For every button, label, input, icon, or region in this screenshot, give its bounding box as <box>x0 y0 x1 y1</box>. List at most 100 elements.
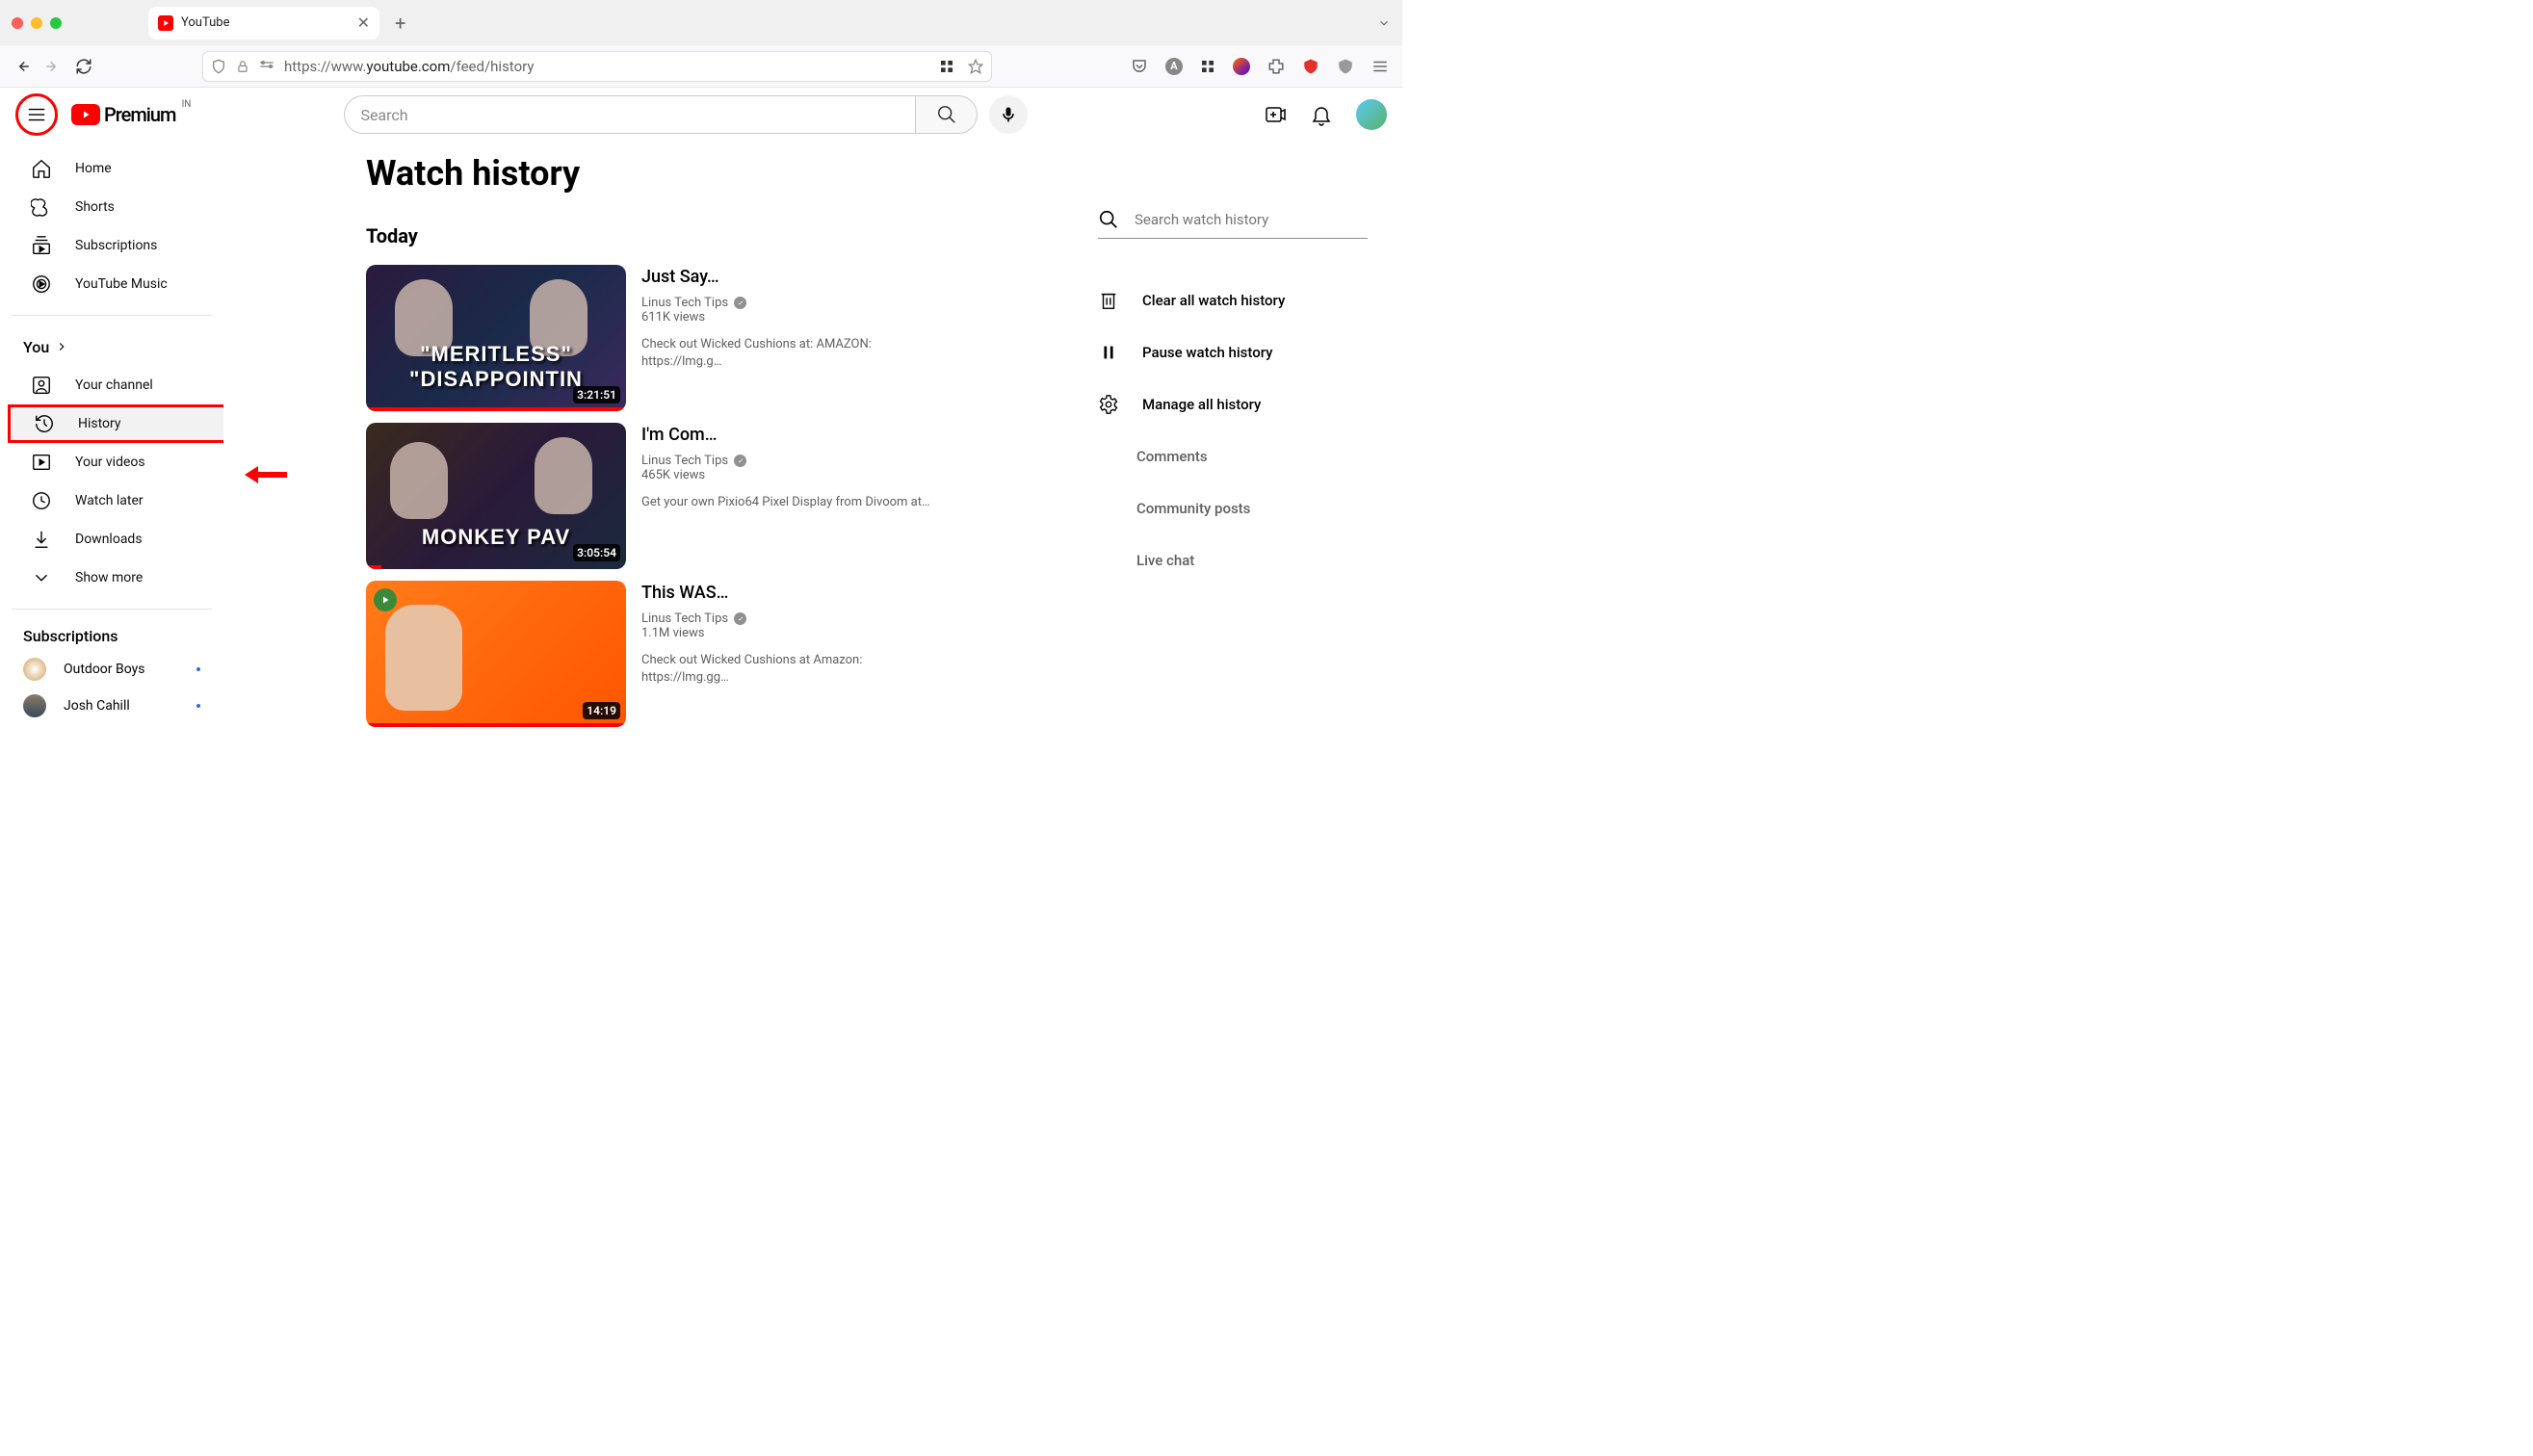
video-views: 465K views <box>641 468 944 482</box>
reload-button[interactable] <box>75 58 92 75</box>
pause-icon <box>1098 342 1119 363</box>
watch-progress <box>366 565 381 569</box>
video-title[interactable]: This WAS… <box>641 581 944 606</box>
close-tab-icon[interactable]: ✕ <box>357 13 370 32</box>
address-bar[interactable]: https://www.youtube.com/feed/history <box>202 51 992 82</box>
app-menu-icon[interactable] <box>1371 58 1389 75</box>
close-window[interactable] <box>12 17 23 29</box>
video-description: Check out Wicked Cushions at: AMAZON: ht… <box>641 336 944 371</box>
browser-tab[interactable]: YouTube ✕ <box>148 7 379 39</box>
new-tab-button[interactable]: + <box>395 12 405 35</box>
page-title: Watch history <box>366 153 944 194</box>
video-thumbnail[interactable]: "MERITLESS" "DISAPPOINTIN 3:21:51 <box>366 265 626 411</box>
tab-title: YouTube <box>181 15 350 30</box>
chevron-right-icon <box>55 340 68 353</box>
forward-button[interactable] <box>44 58 62 75</box>
sidebar-item-subscriptions[interactable]: Subscriptions <box>8 226 216 265</box>
bookmark-star-icon[interactable] <box>968 59 983 74</box>
video-meta: This WAS… Linus Tech Tips 1.1M views Che… <box>641 581 944 727</box>
chevron-down-icon <box>31 567 52 588</box>
video-item[interactable]: "MERITLESS" "DISAPPOINTIN 3:21:51 Just S… <box>366 265 944 411</box>
sidebar-item-history[interactable]: History <box>8 404 223 443</box>
extension-s-icon[interactable] <box>1233 58 1250 75</box>
apps-icon[interactable] <box>939 59 954 74</box>
search-button[interactable] <box>916 95 978 134</box>
divider <box>12 609 212 610</box>
shorts-icon <box>31 196 52 218</box>
pocket-icon[interactable] <box>1131 58 1148 75</box>
history-filter-livechat[interactable]: Live chat <box>1098 537 1368 584</box>
permissions-icon <box>259 59 274 74</box>
sidebar-label: Your channel <box>75 377 153 393</box>
browser-tab-bar: YouTube ✕ + <box>0 0 1402 45</box>
notifications-button[interactable] <box>1310 103 1333 126</box>
channel-line[interactable]: Linus Tech Tips <box>641 611 944 626</box>
channel-line[interactable]: Linus Tech Tips <box>641 296 944 310</box>
sidebar-item-downloads[interactable]: Downloads <box>8 520 216 559</box>
extension-grid-icon[interactable] <box>1200 59 1215 74</box>
video-item[interactable]: 14:19 This WAS… Linus Tech Tips 1.1M vie… <box>366 581 944 727</box>
new-content-dot <box>196 704 200 708</box>
clear-history-button[interactable]: Clear all watch history <box>1098 277 1368 324</box>
sidebar-item-your-videos[interactable]: Your videos <box>8 443 216 481</box>
voice-search-button[interactable] <box>989 95 1028 134</box>
history-filter-comments[interactable]: Comments <box>1098 433 1368 480</box>
verified-icon <box>734 297 746 309</box>
sidebar-you-header[interactable]: You <box>0 327 223 366</box>
search-placeholder: Search <box>360 106 407 124</box>
verified-icon <box>734 612 746 625</box>
pause-history-button[interactable]: Pause watch history <box>1098 329 1368 376</box>
video-title[interactable]: I'm Com… <box>641 423 944 448</box>
video-thumbnail[interactable]: 14:19 <box>366 581 626 727</box>
search-container: Search <box>344 95 1028 134</box>
home-icon <box>31 158 52 179</box>
minimize-window[interactable] <box>31 17 42 29</box>
annotation-arrow <box>245 466 287 483</box>
youtube-logo[interactable]: Premium IN <box>71 103 175 126</box>
sidebar-label: Watch later <box>75 493 144 508</box>
create-button[interactable] <box>1264 103 1287 126</box>
sidebar-item-watch-later[interactable]: Watch later <box>8 481 216 520</box>
channel-line[interactable]: Linus Tech Tips <box>641 454 944 468</box>
video-title[interactable]: Just Say… <box>641 265 944 290</box>
history-filter-community[interactable]: Community posts <box>1098 485 1368 532</box>
sidebar-label: Home <box>75 161 112 176</box>
page-body: Home Shorts Subscriptions YouTube Music … <box>0 142 1402 807</box>
thumb-text: "MERITLESS" "DISAPPOINTIN <box>378 342 614 392</box>
video-views: 1.1M views <box>641 626 944 640</box>
video-thumbnail[interactable]: MONKEY PAV 3:05:54 <box>366 423 626 569</box>
sidebar-item-your-channel[interactable]: Your channel <box>8 366 216 404</box>
search-history-input[interactable] <box>1135 211 1368 228</box>
account-avatar[interactable] <box>1356 99 1387 130</box>
sidebar-item-show-more[interactable]: Show more <box>8 559 216 597</box>
sidebar-label: Show more <box>75 570 143 585</box>
youtube-play-icon <box>71 104 100 125</box>
back-button[interactable] <box>13 58 31 75</box>
search-history-field[interactable] <box>1098 209 1368 239</box>
history-side-panel: Clear all watch history Pause watch hist… <box>1098 153 1368 807</box>
sidebar-item-home[interactable]: Home <box>8 149 216 188</box>
shield-icon <box>211 59 226 74</box>
sidebar-item-youtube-music[interactable]: YouTube Music <box>8 265 216 303</box>
manage-history-button[interactable]: Manage all history <box>1098 381 1368 428</box>
search-input[interactable]: Search <box>344 95 916 134</box>
tab-overflow-icon[interactable] <box>1377 16 1391 30</box>
extension-shield-red-icon[interactable] <box>1302 58 1319 75</box>
extension-a-icon[interactable]: A <box>1165 58 1183 75</box>
video-duration: 3:21:51 <box>573 386 620 403</box>
music-icon <box>31 273 52 295</box>
sidebar-item-shorts[interactable]: Shorts <box>8 188 216 226</box>
hamburger-menu-button[interactable] <box>26 104 47 125</box>
extension-shield-gray-icon[interactable] <box>1337 58 1354 75</box>
subscription-item[interactable]: Josh Cahill <box>0 688 223 724</box>
extensions-puzzle-icon[interactable] <box>1267 58 1285 75</box>
toolbar-extensions: A <box>1131 58 1389 75</box>
subscription-item[interactable]: Outdoor Boys <box>0 651 223 688</box>
video-duration: 14:19 <box>583 702 620 719</box>
browser-toolbar: https://www.youtube.com/feed/history A <box>0 45 1402 88</box>
favicon <box>158 15 173 31</box>
lock-icon <box>236 60 249 73</box>
video-item[interactable]: MONKEY PAV 3:05:54 I'm Com… Linus Tech T… <box>366 423 944 569</box>
new-content-dot <box>196 667 200 671</box>
maximize-window[interactable] <box>50 17 62 29</box>
